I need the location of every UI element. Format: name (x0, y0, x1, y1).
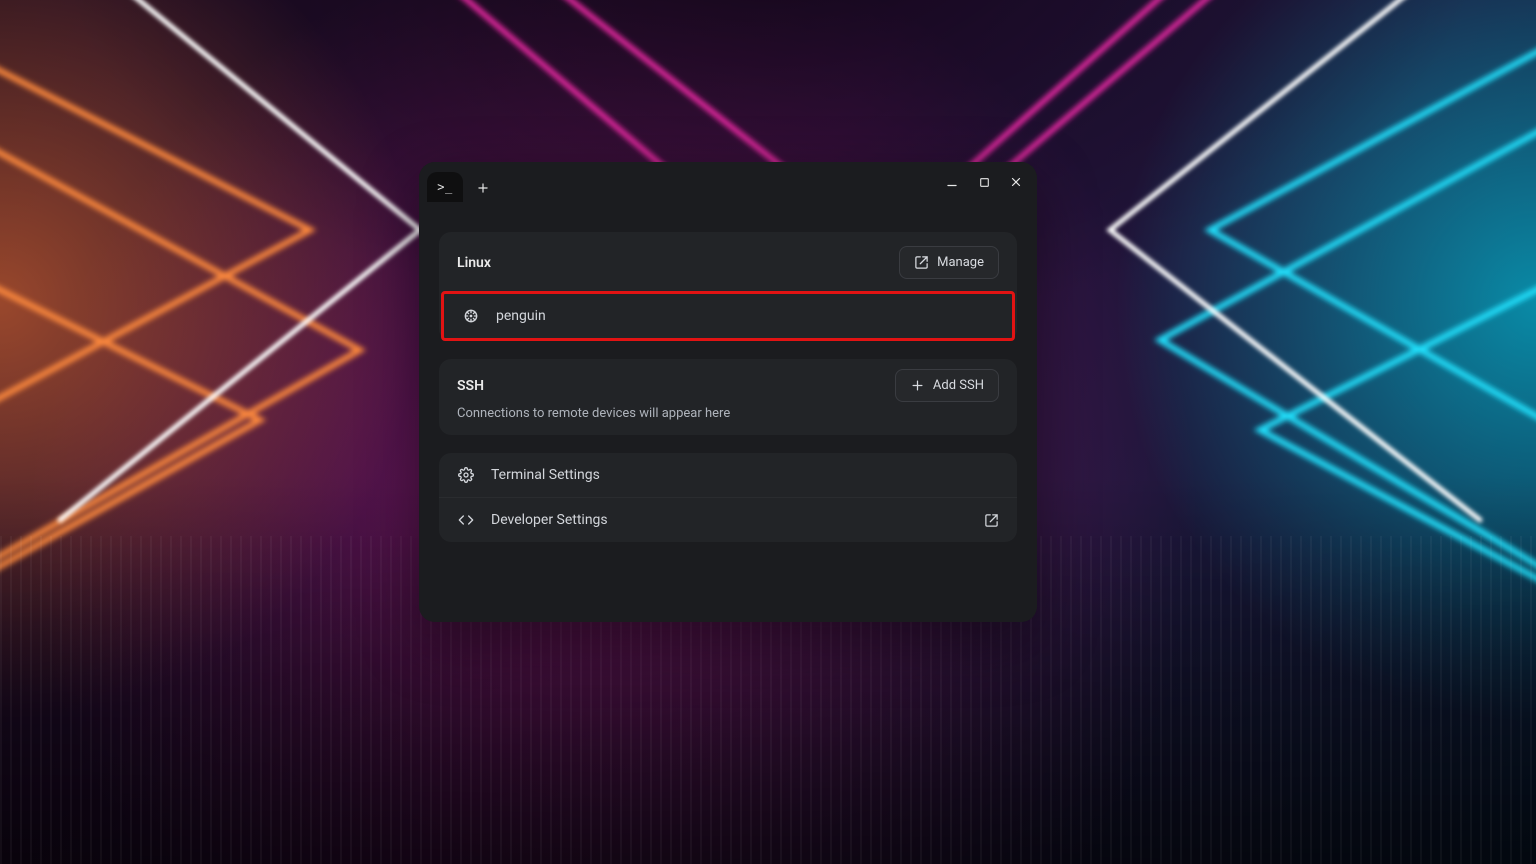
window-minimize-button[interactable] (939, 169, 965, 195)
terminal-settings-row[interactable]: Terminal Settings (439, 453, 1017, 497)
ssh-section-title: SSH (457, 378, 484, 394)
window-titlebar[interactable]: >_ (419, 162, 1037, 202)
terminal-settings-label: Terminal Settings (491, 467, 999, 483)
gear-icon (457, 467, 475, 483)
linux-section: Linux Manage (439, 232, 1017, 341)
new-tab-button[interactable] (469, 174, 497, 202)
linux-section-header: Linux Manage (439, 232, 1017, 291)
minimize-icon (945, 175, 959, 189)
plus-icon (910, 378, 925, 393)
linux-container-penguin[interactable]: penguin (441, 291, 1015, 341)
close-icon (1009, 175, 1023, 189)
tab-terminal-home[interactable]: >_ (427, 172, 463, 202)
terminal-prompt-icon: >_ (437, 180, 452, 194)
linux-container-label: penguin (496, 308, 994, 324)
window-maximize-button[interactable] (971, 169, 997, 195)
ssh-section: SSH Add SSH Connections to remote device… (439, 359, 1017, 435)
developer-settings-label: Developer Settings (491, 512, 968, 528)
terminal-app-window: >_ Linux Manage (419, 162, 1037, 622)
manage-linux-button[interactable]: Manage (899, 246, 999, 279)
ssh-empty-subtitle: Connections to remote devices will appea… (439, 406, 1017, 435)
add-ssh-button[interactable]: Add SSH (895, 369, 999, 402)
open-external-icon (984, 513, 999, 528)
tab-strip: >_ (427, 162, 497, 202)
ssh-section-header: SSH Add SSH (439, 359, 1017, 406)
code-icon (457, 512, 475, 528)
linux-icon (462, 308, 480, 324)
manage-button-label: Manage (937, 255, 984, 270)
settings-section: Terminal Settings Developer Settings (439, 453, 1017, 542)
window-close-button[interactable] (1003, 169, 1029, 195)
developer-settings-row[interactable]: Developer Settings (439, 497, 1017, 542)
window-controls (939, 169, 1029, 195)
maximize-icon (978, 176, 991, 189)
open-external-icon (914, 255, 929, 270)
linux-section-title: Linux (457, 255, 491, 271)
terminal-home-content: Linux Manage (419, 202, 1037, 622)
add-ssh-button-label: Add SSH (933, 378, 984, 393)
plus-icon (476, 181, 490, 195)
